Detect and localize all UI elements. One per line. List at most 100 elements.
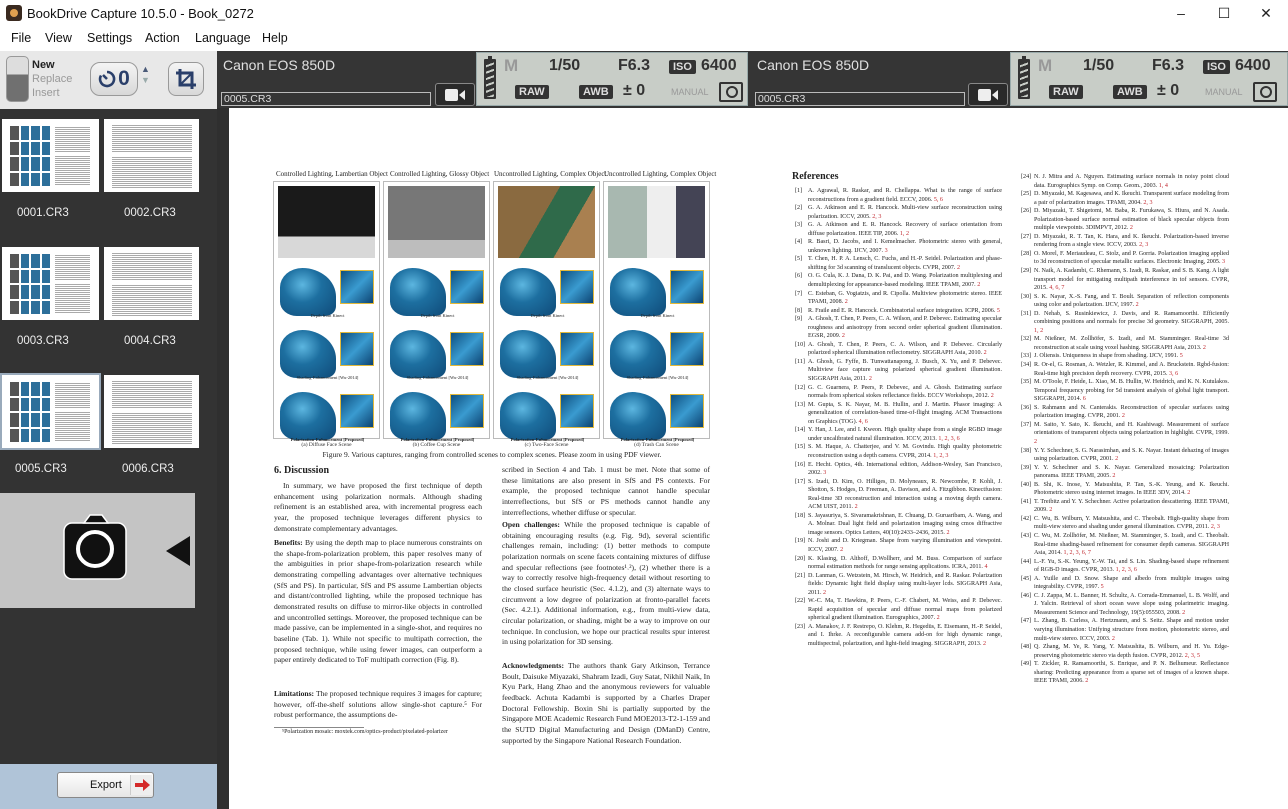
reference-backlink[interactable]: 5 <box>1180 353 1183 359</box>
reference-backlink[interactable]: 3 <box>885 248 888 254</box>
menu-file[interactable]: File <box>11 31 31 45</box>
self-timer-button[interactable]: 0 <box>90 62 138 96</box>
mode-replace[interactable]: Replace <box>32 73 72 85</box>
reference-backlink[interactable]: 1, 2, 3 <box>933 453 948 459</box>
reference-backlink[interactable]: 2 <box>1112 636 1115 642</box>
reference-backlink[interactable]: 2, 3, 5 <box>1185 653 1200 659</box>
video-button[interactable] <box>968 83 1008 106</box>
reference-backlink[interactable]: 2, 3 <box>1211 524 1220 530</box>
thumbnail-0002[interactable] <box>104 119 199 192</box>
reference-backlink[interactable]: 2 <box>855 504 858 510</box>
reference-backlink[interactable]: 2, 3 <box>872 214 881 220</box>
thumbnail-0005[interactable] <box>0 373 101 450</box>
maximize-button[interactable]: ☐ <box>1201 2 1247 24</box>
menu-settings[interactable]: Settings <box>87 31 132 45</box>
timer-spinner[interactable]: ▲ ▼ <box>141 64 150 86</box>
reference-backlink[interactable]: 1, 2, 3, 6 <box>1116 567 1137 573</box>
reference-backlink[interactable]: 4, 6 <box>859 419 868 425</box>
reference-backlink[interactable]: 3, 6 <box>1169 371 1178 377</box>
reference-backlink[interactable]: 2 <box>957 265 960 271</box>
mode-insert[interactable]: Insert <box>32 87 60 99</box>
arrow-right-icon <box>130 775 152 795</box>
reference-backlink[interactable]: 2 <box>869 376 872 382</box>
thumbnail-0003[interactable] <box>2 247 99 320</box>
discussion-paragraph: In summary, we have proposed the first t… <box>274 481 482 533</box>
reference-backlink[interactable]: 2 <box>946 530 949 536</box>
export-button[interactable]: Export <box>57 772 154 798</box>
reference-item: [12] G. C. Guarnera, P. Peers, P. Debevec… <box>795 384 1002 401</box>
reference-backlink[interactable]: 5 <box>1101 584 1104 590</box>
reference-backlink[interactable]: 1, 2 <box>1034 328 1043 334</box>
reference-backlink[interactable]: 2, 3 <box>1139 242 1148 248</box>
reference-backlink[interactable]: 2 <box>1115 456 1118 462</box>
reference-backlink[interactable]: 4, 6, 7 <box>1049 285 1064 291</box>
reference-backlink[interactable]: 2 <box>823 590 826 596</box>
menu-view[interactable]: View <box>45 31 72 45</box>
reference-backlink[interactable]: 2 <box>1182 610 1185 616</box>
reference-backlink[interactable]: 2 <box>983 641 986 647</box>
mode-new[interactable]: New <box>32 59 55 71</box>
reference-item: [41] T. Treibitz and Y. Y. Schechner. Act… <box>1021 498 1229 515</box>
reference-backlink[interactable]: 2 <box>1049 507 1052 513</box>
reference-text: C. Wu, B. Wilburn, Y. Matsushita, and C.… <box>1034 515 1229 531</box>
video-camera-icon <box>445 88 465 101</box>
camera-filename-field[interactable]: 0005.CR3 <box>221 92 431 106</box>
reference-backlink[interactable]: 2 <box>937 615 940 621</box>
capture-mode-switch[interactable] <box>6 56 29 102</box>
reference-backlink[interactable]: 2 <box>1034 439 1037 445</box>
reference-backlink[interactable]: 2 <box>845 299 848 305</box>
scene-photo <box>498 186 595 258</box>
reference-text: L. Zhang, B. Curless, A. Hertzmann, and … <box>1034 618 1229 642</box>
reference-backlink[interactable]: 3 <box>823 470 826 476</box>
reference-backlink[interactable]: 6 <box>1083 396 1086 402</box>
menu-help[interactable]: Help <box>262 31 288 45</box>
reference-number: [6] <box>795 273 803 280</box>
camera-filename-field[interactable]: 0005.CR3 <box>755 92 965 106</box>
reference-backlink[interactable]: 1, 2 <box>900 231 909 237</box>
thumbnail-0006[interactable] <box>104 375 199 448</box>
reference-backlink[interactable]: 2 <box>1085 678 1088 684</box>
timer-up-icon[interactable]: ▲ <box>141 64 150 75</box>
timer-down-icon[interactable]: ▼ <box>141 75 150 86</box>
reference-text: A. Ghosh, T. Chen, P. Peers, C. A. Wilso… <box>808 341 1002 357</box>
crop-button[interactable] <box>168 62 204 96</box>
reference-backlink[interactable]: 4 <box>984 564 987 570</box>
reference-text: T. Chen, H. P. A. Lensch, C. Fuchs, and … <box>808 256 1002 271</box>
reference-backlink[interactable]: 5 <box>997 308 1000 314</box>
reference-backlink[interactable]: 2 <box>842 333 845 339</box>
camera-icon[interactable] <box>62 513 128 581</box>
format-badge: RAW <box>515 85 549 99</box>
shutter-speed: 1/50 <box>1083 57 1115 74</box>
triangle-left-icon[interactable] <box>164 535 192 567</box>
reference-backlink[interactable]: 2 <box>1136 302 1139 308</box>
minimize-button[interactable]: – <box>1158 2 1204 24</box>
reference-backlink[interactable]: 2 <box>984 350 987 356</box>
reference-backlink[interactable]: 1, 2, 3, 6 <box>938 436 959 442</box>
reference-item: [7] C. Esteban, G. Vogiatzis, and R. Cipo… <box>795 290 1002 307</box>
menu-action[interactable]: Action <box>145 31 180 45</box>
iso-value: 6400 <box>1235 57 1271 74</box>
figure-column-title: Controlled Lighting, Glossy Object <box>390 170 490 178</box>
reference-backlink[interactable]: 2 <box>1122 413 1125 419</box>
reference-backlink[interactable]: 1, 4 <box>1159 183 1168 189</box>
thumbnail-0001[interactable] <box>2 119 99 192</box>
thumbnail-0004[interactable] <box>104 247 199 320</box>
reference-backlink[interactable]: 2 <box>1112 473 1115 479</box>
menu-language[interactable]: Language <box>195 31 251 45</box>
reference-backlink[interactable]: 1, 2, 3, 6, 7 <box>1063 550 1090 556</box>
reference-backlink[interactable]: 2 <box>977 282 980 288</box>
reference-number: [39] <box>1021 464 1032 471</box>
reference-backlink[interactable]: 2 <box>1130 225 1133 231</box>
reference-text: N. J. Mitra and A. Nguyen. Estimating su… <box>1034 174 1229 189</box>
reference-backlink[interactable]: 2 <box>1203 345 1206 351</box>
reference-backlink[interactable]: 2 <box>1187 490 1190 496</box>
reference-backlink[interactable]: 5, 6 <box>934 197 943 203</box>
reference-backlink[interactable]: 2 <box>991 393 994 399</box>
reference-backlink[interactable]: 2, 3 <box>1143 200 1152 206</box>
close-button[interactable]: ✕ <box>1243 2 1288 24</box>
reference-backlink[interactable]: 3 <box>1222 259 1225 265</box>
reference-item: [16] E. Hecht. Optics, 4th. International… <box>795 461 1002 478</box>
reference-backlink[interactable]: 2 <box>840 547 843 553</box>
video-button[interactable] <box>435 83 475 106</box>
camera-settings-display: M 1/50 F6.3 ISO 6400 RAW AWB ± 0 MANUAL <box>1010 52 1288 106</box>
